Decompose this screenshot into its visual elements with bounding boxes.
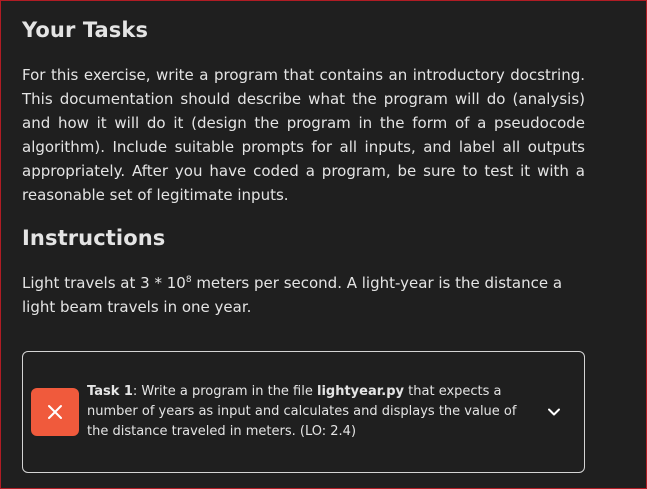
tasks-description: For this exercise, write a program that … — [22, 66, 585, 204]
task-1-card[interactable]: Task 1: Write a program in the file ligh… — [22, 351, 585, 473]
task-label: Task 1 — [87, 384, 133, 399]
task-text-start: : Write a program in the file — [132, 384, 317, 399]
x-mark-icon — [48, 405, 62, 419]
task-status-badge — [31, 388, 79, 436]
task-file-name: lightyear.py — [317, 384, 405, 399]
instructions-heading: Instructions — [22, 226, 166, 250]
task-1-description: Task 1: Write a program in the file ligh… — [87, 382, 527, 442]
instructions-description: Light travels at 3 * 108 meters per seco… — [22, 271, 585, 319]
your-tasks-heading: Your Tasks — [22, 18, 149, 42]
chevron-down-icon[interactable] — [546, 404, 562, 420]
instructions-text-start: Light travels at 3 * 10 — [22, 274, 186, 292]
